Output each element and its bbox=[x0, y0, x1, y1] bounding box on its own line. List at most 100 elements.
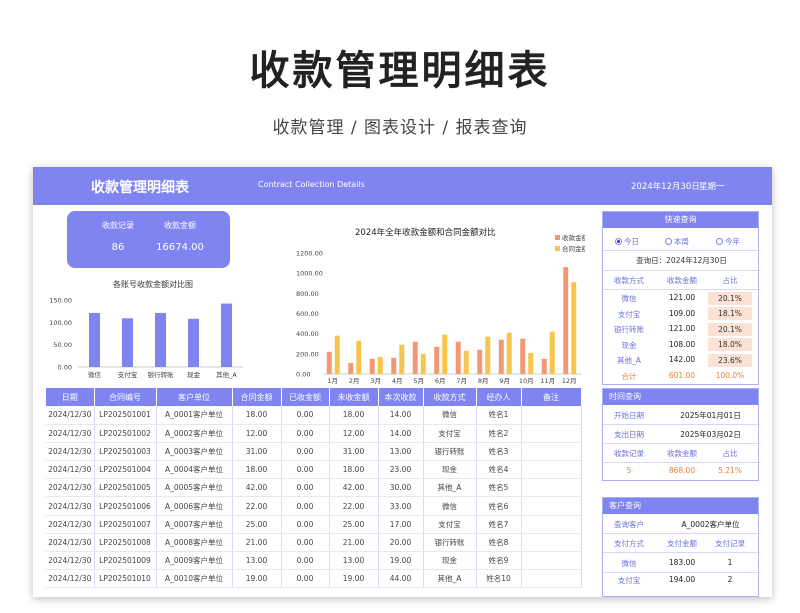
table-cell[interactable]: 44.00 bbox=[378, 569, 424, 589]
table-cell[interactable]: 22.00 bbox=[232, 496, 282, 516]
table-cell[interactable]: 2024/12/30 bbox=[46, 551, 95, 571]
table-cell[interactable]: 姓名6 bbox=[476, 496, 522, 516]
table-cell[interactable]: 14.00 bbox=[378, 424, 424, 443]
end-date-value[interactable]: 2025年03月02日 bbox=[663, 429, 758, 440]
table-row[interactable]: 2024/12/30 LP202501007 A_0007客户单位 25.00 0.00… bbox=[46, 515, 582, 534]
table-cell[interactable] bbox=[521, 478, 582, 498]
table-cell[interactable]: 0.00 bbox=[281, 496, 330, 516]
customer-query-value[interactable]: A_0002客户单位 bbox=[663, 519, 758, 530]
table-cell[interactable]: 19.00 bbox=[329, 569, 379, 589]
table-cell[interactable] bbox=[521, 569, 582, 589]
table-cell[interactable]: 2024/12/30 bbox=[46, 515, 95, 534]
table-cell[interactable] bbox=[521, 496, 582, 516]
table-cell[interactable]: 其他_A bbox=[423, 478, 477, 498]
table-cell[interactable]: A_0009客户单位 bbox=[156, 551, 233, 571]
table-cell[interactable]: 22.00 bbox=[329, 496, 379, 516]
table-cell[interactable]: 18.00 bbox=[329, 406, 379, 425]
table-cell[interactable]: 30.00 bbox=[378, 478, 424, 498]
table-cell[interactable]: 银行转账 bbox=[423, 442, 477, 462]
table-cell[interactable]: LP202501002 bbox=[94, 424, 157, 443]
table-cell[interactable]: LP202501001 bbox=[94, 406, 157, 425]
table-cell[interactable]: 银行转账 bbox=[423, 533, 477, 553]
table-cell[interactable]: 微信 bbox=[423, 406, 477, 425]
radio-today[interactable] bbox=[615, 238, 622, 245]
table-cell[interactable]: 0.00 bbox=[281, 515, 330, 534]
table-cell[interactable]: 姓名8 bbox=[476, 533, 522, 553]
table-cell[interactable]: 0.00 bbox=[281, 569, 330, 589]
table-cell[interactable]: A_0001客户单位 bbox=[156, 406, 233, 425]
table-cell[interactable]: LP202501006 bbox=[94, 496, 157, 516]
table-cell[interactable]: 13.00 bbox=[329, 551, 379, 571]
table-cell[interactable]: 姓名3 bbox=[476, 442, 522, 462]
table-row[interactable]: 2024/12/30 LP202501010 A_0010客户单位 19.00 0.00… bbox=[46, 569, 582, 589]
table-cell[interactable]: LP202501008 bbox=[94, 533, 157, 553]
radio-week[interactable] bbox=[665, 238, 672, 245]
table-cell[interactable]: 0.00 bbox=[281, 533, 330, 553]
table-cell[interactable]: 17.00 bbox=[378, 515, 424, 534]
table-cell[interactable]: A_0003客户单位 bbox=[156, 442, 233, 462]
table-cell[interactable]: 0.00 bbox=[281, 478, 330, 498]
table-cell[interactable]: 25.00 bbox=[232, 515, 282, 534]
table-cell[interactable] bbox=[521, 424, 582, 443]
table-cell[interactable]: 14.00 bbox=[378, 406, 424, 425]
table-cell[interactable]: 现金 bbox=[423, 460, 477, 480]
table-row[interactable]: 2024/12/30 LP202501005 A_0005客户单位 42.00 0.00… bbox=[46, 478, 582, 498]
radio-year[interactable] bbox=[716, 238, 723, 245]
table-cell[interactable]: 13.00 bbox=[232, 551, 282, 571]
table-cell[interactable]: 31.00 bbox=[329, 442, 379, 462]
table-row[interactable]: 2024/12/30 LP202501003 A_0003客户单位 31.00 0.00… bbox=[46, 442, 582, 462]
table-cell[interactable]: 18.00 bbox=[232, 406, 282, 425]
table-cell[interactable]: 13.00 bbox=[378, 442, 424, 462]
table-cell[interactable]: 0.00 bbox=[281, 424, 330, 443]
table-cell[interactable]: 20.00 bbox=[378, 533, 424, 553]
table-row[interactable]: 2024/12/30 LP202501006 A_0006客户单位 22.00 0.00… bbox=[46, 496, 582, 516]
table-cell[interactable]: 2024/12/30 bbox=[46, 478, 95, 498]
table-row[interactable]: 2024/12/30 LP202501002 A_0002客户单位 12.00 0.00… bbox=[46, 424, 582, 443]
table-cell[interactable]: 姓名9 bbox=[476, 551, 522, 571]
table-row[interactable]: 2024/12/30 LP202501009 A_0009客户单位 13.00 0.00… bbox=[46, 551, 582, 571]
table-cell[interactable]: A_0008客户单位 bbox=[156, 533, 233, 553]
table-cell[interactable]: 0.00 bbox=[281, 406, 330, 425]
table-cell[interactable]: 2024/12/30 bbox=[46, 406, 95, 425]
table-cell[interactable] bbox=[521, 442, 582, 462]
table-cell[interactable]: 0.00 bbox=[281, 460, 330, 480]
table-cell[interactable]: 2024/12/30 bbox=[46, 460, 95, 480]
table-cell[interactable]: A_0006客户单位 bbox=[156, 496, 233, 516]
table-cell[interactable]: 18.00 bbox=[329, 460, 379, 480]
table-cell[interactable]: LP202501007 bbox=[94, 515, 157, 534]
table-cell[interactable]: LP202501010 bbox=[94, 569, 157, 589]
table-cell[interactable]: 0.00 bbox=[281, 442, 330, 462]
table-cell[interactable]: LP202501003 bbox=[94, 442, 157, 462]
table-cell[interactable]: 21.00 bbox=[232, 533, 282, 553]
table-cell[interactable]: A_0005客户单位 bbox=[156, 478, 233, 498]
table-cell[interactable] bbox=[521, 515, 582, 534]
table-cell[interactable]: LP202501005 bbox=[94, 478, 157, 498]
table-cell[interactable]: 2024/12/30 bbox=[46, 569, 95, 589]
table-cell[interactable]: LP202501004 bbox=[94, 460, 157, 480]
start-date-value[interactable]: 2025年01月01日 bbox=[663, 410, 758, 421]
table-cell[interactable] bbox=[521, 533, 582, 553]
table-cell[interactable]: 现金 bbox=[423, 551, 477, 571]
table-cell[interactable]: 姓名5 bbox=[476, 478, 522, 498]
table-cell[interactable]: 支付宝 bbox=[423, 515, 477, 534]
table-cell[interactable]: A_0004客户单位 bbox=[156, 460, 233, 480]
table-cell[interactable]: 19.00 bbox=[232, 569, 282, 589]
table-row[interactable]: 2024/12/30 LP202501008 A_0008客户单位 21.00 0.00… bbox=[46, 533, 582, 553]
table-cell[interactable]: 31.00 bbox=[232, 442, 282, 462]
table-cell[interactable]: 42.00 bbox=[232, 478, 282, 498]
table-cell[interactable]: 姓名2 bbox=[476, 424, 522, 443]
table-cell[interactable]: 12.00 bbox=[329, 424, 379, 443]
table-cell[interactable]: 姓名10 bbox=[476, 569, 522, 589]
table-row[interactable]: 2024/12/30 LP202501001 A_0001客户单位 18.00 0.00… bbox=[46, 406, 582, 425]
table-cell[interactable]: 姓名7 bbox=[476, 515, 522, 534]
table-cell[interactable]: A_0010客户单位 bbox=[156, 569, 233, 589]
table-cell[interactable]: 2024/12/30 bbox=[46, 424, 95, 443]
table-cell[interactable]: LP202501009 bbox=[94, 551, 157, 571]
table-cell[interactable]: 33.00 bbox=[378, 496, 424, 516]
table-cell[interactable]: 21.00 bbox=[329, 533, 379, 553]
table-cell[interactable]: 18.00 bbox=[232, 460, 282, 480]
table-cell[interactable]: 其他_A bbox=[423, 569, 477, 589]
table-cell[interactable]: 2024/12/30 bbox=[46, 533, 95, 553]
table-cell[interactable]: 姓名4 bbox=[476, 460, 522, 480]
table-cell[interactable]: 42.00 bbox=[329, 478, 379, 498]
